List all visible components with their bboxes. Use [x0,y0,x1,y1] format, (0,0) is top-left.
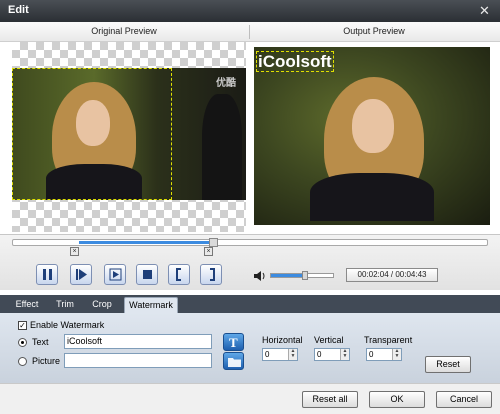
vertical-label: Vertical [314,335,344,345]
ok-button[interactable]: OK [369,391,425,408]
picture-radio[interactable] [18,357,27,366]
play-icon [109,268,122,281]
folder-icon [228,358,241,367]
dialog-footer: Reset all OK Cancel [0,383,500,414]
transparent-spinner[interactable]: 0 ▲ ▼ [366,348,402,361]
bracket-close-icon [210,268,215,281]
source-watermark: 优酷 [216,78,236,89]
play-button[interactable] [104,264,126,285]
transparent-value: 0 [369,350,374,359]
original-preview: 优酷 [12,42,246,232]
stop-icon [143,270,152,279]
reset-all-button[interactable]: Reset all [302,391,358,408]
volume-slider[interactable] [270,271,334,280]
reset-button[interactable]: Reset [425,356,471,373]
time-display: 00:02:04 / 00:04:43 [346,268,438,282]
spinner-arrows-icon[interactable]: ▲ ▼ [392,349,401,360]
watermark-panel: ✓ Enable Watermark Text iCoolsoft T Pict… [0,313,500,383]
window-title: Edit [8,4,29,16]
spinner-arrows-icon[interactable]: ▲ ▼ [340,349,349,360]
bracket-open-icon [176,268,181,281]
enable-watermark-checkbox[interactable]: ✓ [18,321,27,330]
horizontal-spinner[interactable]: 0 ▲ ▼ [262,348,298,361]
output-preview: iCoolsoft [254,47,490,225]
stop-button[interactable] [136,264,158,285]
browse-picture-button[interactable] [223,352,244,370]
set-start-button[interactable] [168,264,190,285]
volume-level [271,274,306,277]
title-bar: Edit ✕ [0,0,500,22]
preview-header: Original Preview Output Preview [0,22,500,42]
enable-watermark-label: Enable Watermark [30,320,105,330]
text-format-icon: T [229,335,238,350]
preview-area: 优酷 iCoolsoft [0,42,500,234]
close-icon[interactable]: ✕ [477,4,492,19]
watermark-region[interactable] [12,68,172,200]
cancel-button[interactable]: Cancel [436,391,492,408]
seek-playhead[interactable] [209,238,218,247]
vertical-value: 0 [317,350,322,359]
text-radio-label: Text [32,337,49,347]
text-radio[interactable] [18,338,27,347]
seek-progress [79,241,215,244]
volume-icon[interactable] [253,270,267,282]
original-preview-label: Original Preview [91,26,157,36]
volume-knob[interactable] [302,271,309,280]
seek-bar[interactable] [12,238,488,247]
watermark-text-input[interactable]: iCoolsoft [64,334,212,349]
tab-effect[interactable]: Effect [10,297,44,313]
horizontal-label: Horizontal [262,335,303,345]
playback-controls: 00:02:04 / 00:04:43 [0,261,500,291]
picture-path-input[interactable] [64,353,212,368]
horizontal-value: 0 [265,350,270,359]
trim-end-marker[interactable]: × [204,247,213,256]
spinner-arrows-icon[interactable]: ▲ ▼ [288,349,297,360]
play-step-icon [76,269,87,280]
tab-trim[interactable]: Trim [50,297,80,313]
tab-watermark[interactable]: Watermark [124,297,178,313]
picture-radio-label: Picture [32,356,61,366]
output-preview-label: Output Preview [343,26,405,36]
pause-icon [43,269,52,280]
tab-crop[interactable]: Crop [88,297,116,313]
step-play-button[interactable] [70,264,92,285]
output-watermark-text[interactable]: iCoolsoft [256,51,334,72]
pause-button[interactable] [36,264,58,285]
set-end-button[interactable] [200,264,222,285]
trim-start-marker[interactable]: × [70,247,79,256]
vertical-spinner[interactable]: 0 ▲ ▼ [314,348,350,361]
tab-bar: Effect Trim Crop Watermark [0,295,500,313]
transparent-label: Transparent [364,335,413,345]
font-settings-button[interactable]: T [223,333,244,351]
